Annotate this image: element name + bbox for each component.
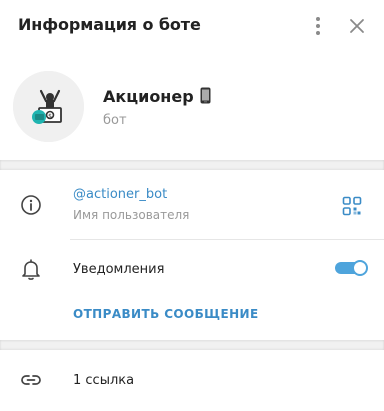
bot-avatar[interactable]: $ bbox=[13, 71, 84, 142]
info-icon bbox=[19, 193, 43, 217]
section-separator-2 bbox=[0, 340, 384, 350]
username-row[interactable]: @actioner_bot Имя пользователя bbox=[0, 170, 384, 239]
qr-code-icon[interactable] bbox=[342, 196, 362, 216]
notifications-label: Уведомления bbox=[73, 262, 165, 277]
bot-name-text: Акционер bbox=[103, 87, 194, 106]
kebab-menu-icon[interactable] bbox=[306, 14, 330, 38]
username-link[interactable]: @actioner_bot bbox=[73, 187, 167, 202]
profile-section: $ Акционер бот bbox=[0, 52, 384, 160]
notifications-toggle[interactable] bbox=[335, 260, 368, 276]
panel-header: Информация о боте bbox=[0, 0, 384, 52]
mobile-phone-icon bbox=[200, 87, 211, 108]
bell-icon bbox=[19, 257, 43, 281]
toggle-knob bbox=[352, 260, 368, 276]
username-caption: Имя пользователя bbox=[73, 208, 190, 222]
send-message-button[interactable]: ОТПРАВИТЬ СООБЩЕНИЕ bbox=[73, 307, 259, 321]
svg-text:$: $ bbox=[48, 113, 52, 120]
section-separator bbox=[0, 160, 384, 170]
link-icon bbox=[19, 368, 43, 392]
bot-subtitle: бот bbox=[103, 113, 127, 128]
shared-links-row[interactable]: 1 ссылка bbox=[0, 350, 384, 411]
close-icon[interactable] bbox=[345, 14, 369, 38]
panel-title: Информация о боте bbox=[18, 15, 201, 34]
bot-name: Акционер bbox=[103, 87, 211, 108]
shared-links-label: 1 ссылка bbox=[73, 373, 135, 388]
notifications-row[interactable]: Уведомления bbox=[0, 240, 384, 292]
